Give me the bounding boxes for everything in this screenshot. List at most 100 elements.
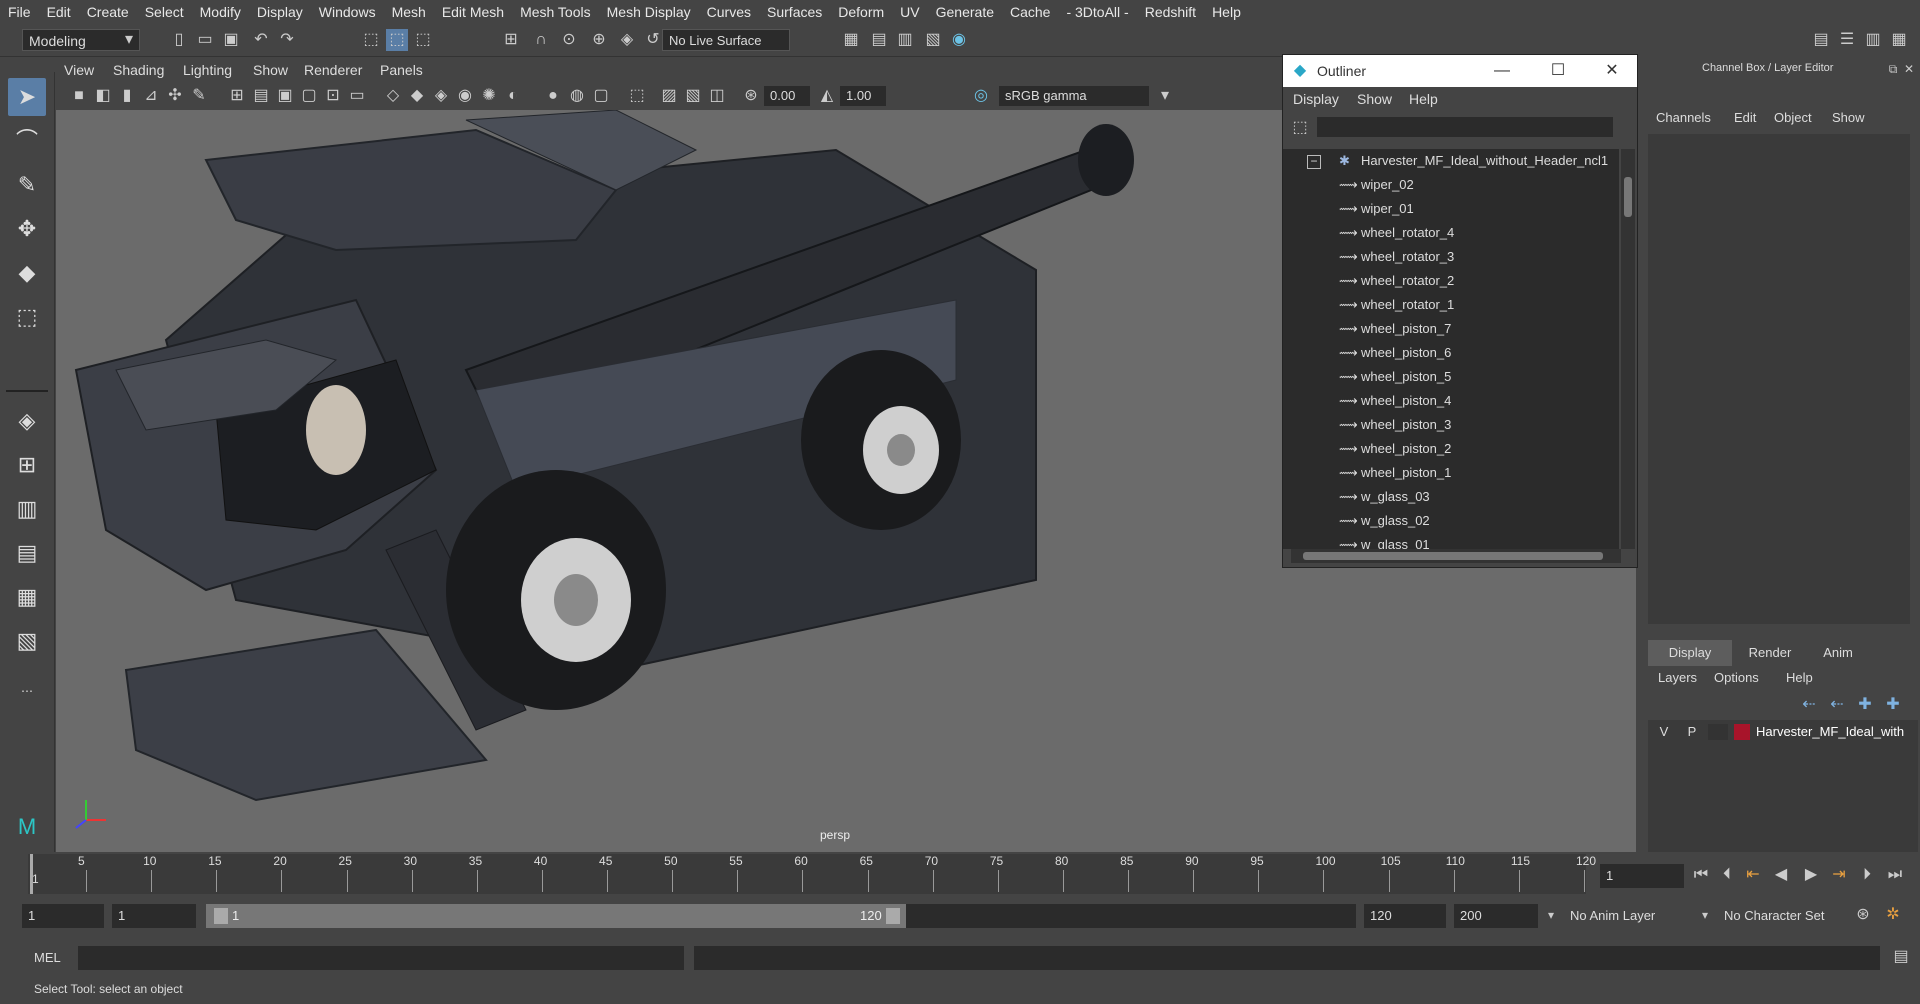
menu-file[interactable]: File — [0, 4, 39, 20]
layer-color-swatch[interactable] — [1734, 724, 1750, 740]
channel-list[interactable] — [1648, 134, 1910, 624]
tab-display[interactable]: Display — [1648, 640, 1732, 666]
go-to-start-icon[interactable]: ⏮ — [1690, 864, 1712, 886]
menu-edit[interactable]: Edit — [39, 4, 79, 20]
motion-blur-icon[interactable]: ▧ — [682, 85, 704, 107]
save-scene-icon[interactable]: ▣ — [220, 29, 242, 51]
menu-deform[interactable]: Deform — [830, 4, 892, 20]
menu-surfaces[interactable]: Surfaces — [759, 4, 830, 20]
tree-item[interactable]: ⟿ wheel_piston_1 — [1283, 461, 1619, 485]
anti-aliasing-icon[interactable]: ◫ — [706, 85, 728, 107]
gamma-icon[interactable]: ◭ — [816, 85, 838, 107]
outliner-tree[interactable]: − ✱ Harvester_MF_Ideal_without_Header_nc… — [1283, 149, 1619, 549]
outliner-search-input[interactable] — [1317, 117, 1613, 137]
modeling-toolkit-icon[interactable]: ▤ — [1810, 29, 1832, 51]
outliner-menu-display[interactable]: Display — [1293, 91, 1339, 107]
render-settings-icon[interactable]: ▦ — [840, 29, 862, 51]
exposure-icon[interactable]: ⊛ — [740, 85, 762, 107]
image-plane-icon[interactable]: ⊿ — [140, 85, 162, 107]
move-tool-icon[interactable]: ✥ — [8, 210, 46, 248]
maximize-icon[interactable]: ☐ — [1547, 60, 1569, 82]
channel-box-icon[interactable]: ▦ — [1888, 29, 1910, 51]
outliner-menu-show[interactable]: Show — [1357, 91, 1392, 107]
menu-mesh[interactable]: Mesh — [384, 4, 434, 20]
tree-item[interactable]: ⟿ wheel_rotator_2 — [1283, 269, 1619, 293]
go-to-end-icon[interactable]: ⏭ — [1884, 864, 1906, 886]
display-type-toggle[interactable] — [1708, 724, 1728, 740]
menu-mesh-tools[interactable]: Mesh Tools — [512, 4, 599, 20]
snap-live-icon[interactable]: ↺ — [642, 29, 664, 51]
scene-end-field[interactable]: 200 — [1454, 904, 1538, 928]
mel-input[interactable] — [78, 946, 684, 970]
channel-menu-channels[interactable]: Channels — [1656, 110, 1711, 125]
color-space-select[interactable]: sRGB gamma — [999, 86, 1149, 106]
tree-item[interactable]: ⟿ wiper_02 — [1283, 173, 1619, 197]
select-object-icon[interactable]: ⬚ — [386, 29, 408, 51]
shadows-icon[interactable]: ◐ — [502, 85, 524, 107]
tree-item[interactable]: ⟿ w_glass_03 — [1283, 485, 1619, 509]
auto-key-icon[interactable]: ⊛ — [1852, 904, 1874, 926]
range-remaining-track[interactable] — [906, 904, 1356, 928]
snap-point-icon[interactable]: ⊙ — [558, 29, 580, 51]
anim-prefs-icon[interactable]: ✲ — [1882, 904, 1904, 926]
tree-item[interactable]: ⟿ wheel_piston_4 — [1283, 389, 1619, 413]
layer-menu-options[interactable]: Options — [1714, 670, 1759, 685]
chevron-down-icon[interactable]: ▾ — [118, 29, 140, 51]
layer-menu-help[interactable]: Help — [1786, 670, 1813, 685]
outliner-layout-icon[interactable]: ▧ — [8, 622, 46, 660]
step-forward-icon[interactable]: ⏵ — [1856, 864, 1878, 886]
rotate-tool-icon[interactable]: ◆ — [8, 254, 46, 292]
tree-root-row[interactable]: − ✱ Harvester_MF_Ideal_without_Header_nc… — [1283, 149, 1619, 173]
camera-attr-icon[interactable]: ◧ — [92, 85, 114, 107]
close-icon[interactable]: ✕ — [1898, 58, 1920, 80]
filter-icon[interactable]: ⬚ — [1289, 117, 1311, 139]
move-layer-up-icon[interactable]: ⇠ — [1798, 694, 1820, 716]
timeline-track[interactable]: 1 5 10 15 20 25 30 35 40 45 50 55 60 65 70 75 80 85 90 95 1… — [28, 854, 1596, 894]
menu-edit-mesh[interactable]: Edit Mesh — [434, 4, 512, 20]
layer-row[interactable]: V P Harvester_MF_Ideal_with — [1648, 720, 1918, 744]
hypershade-layout-icon[interactable]: ▦ — [8, 578, 46, 616]
smooth-shade-icon[interactable]: ◆ — [406, 85, 428, 107]
collapse-icon[interactable]: − — [1307, 155, 1321, 169]
time-slider[interactable]: 1 5 10 15 20 25 30 35 40 45 50 55 60 65 70 75 80 85 90 95 1… — [0, 852, 1920, 898]
outliner-vscrollbar[interactable] — [1621, 149, 1635, 549]
tree-item[interactable]: ⟿ wheel_piston_7 — [1283, 317, 1619, 341]
menu-modify[interactable]: Modify — [192, 4, 249, 20]
viewport-menu-lighting[interactable]: Lighting — [183, 62, 232, 78]
tab-anim[interactable]: Anim — [1808, 640, 1868, 666]
tab-render[interactable]: Render — [1734, 640, 1806, 666]
prev-key-icon[interactable]: ⇤ — [1742, 864, 1764, 886]
hypershade-icon[interactable]: ◉ — [948, 29, 970, 51]
outliner-hscrollbar[interactable] — [1291, 549, 1621, 563]
menu-mesh-display[interactable]: Mesh Display — [599, 4, 699, 20]
anim-layer-select[interactable]: No Anim Layer — [1564, 904, 1700, 928]
minimize-icon[interactable]: — — [1491, 60, 1513, 82]
channel-menu-show[interactable]: Show — [1832, 110, 1865, 125]
color-management-icon[interactable]: ◎ — [970, 85, 992, 107]
tree-item[interactable]: ⟿ wheel_rotator_3 — [1283, 245, 1619, 269]
undo-icon[interactable]: ↶ — [250, 29, 272, 51]
tree-item[interactable]: ⟿ wheel_rotator_4 — [1283, 221, 1619, 245]
xray-icon[interactable]: ● — [542, 85, 564, 107]
tree-item[interactable]: ⟿ w_glass_01 — [1283, 533, 1619, 549]
select-hierarchy-icon[interactable]: ⬚ — [360, 29, 382, 51]
chevron-down-icon[interactable]: ▾ — [1694, 904, 1716, 926]
scene-start-field[interactable]: 1 — [22, 904, 104, 928]
gamma-field[interactable]: 1.00 — [840, 86, 886, 106]
close-icon[interactable]: ✕ — [1601, 60, 1623, 82]
single-perspective-layout-icon[interactable]: ◈ — [8, 402, 46, 440]
snap-view-icon[interactable]: ⊕ — [588, 29, 610, 51]
menu-select[interactable]: Select — [137, 4, 192, 20]
wireframe-on-shaded-icon[interactable]: ◈ — [430, 85, 452, 107]
ipr-render-icon[interactable]: ▥ — [894, 29, 916, 51]
channel-menu-edit[interactable]: Edit — [1734, 110, 1756, 125]
tool-settings-icon[interactable]: ▥ — [1862, 29, 1884, 51]
scrollbar-thumb[interactable] — [1624, 177, 1632, 217]
tree-item[interactable]: ⟿ wheel_piston_6 — [1283, 341, 1619, 365]
menu-3dtoall[interactable]: - 3DtoAll - — [1058, 4, 1136, 20]
tree-item[interactable]: ⟿ wiper_01 — [1283, 197, 1619, 221]
gate-mask-icon[interactable]: ▢ — [298, 85, 320, 107]
menu-help[interactable]: Help — [1204, 4, 1249, 20]
safe-action-icon[interactable]: ▭ — [346, 85, 368, 107]
open-scene-icon[interactable]: ▭ — [194, 29, 216, 51]
